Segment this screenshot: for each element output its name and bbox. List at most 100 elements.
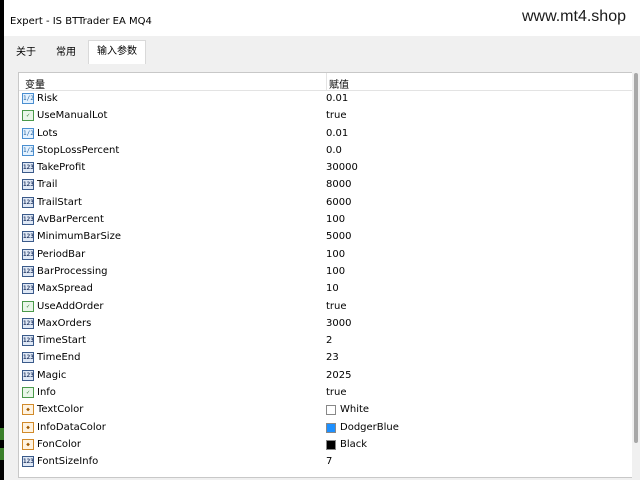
parameter-value[interactable]: 7	[326, 456, 332, 467]
table-row[interactable]: ✓ UseManualLot true	[19, 108, 636, 125]
int-type-icon: 123	[22, 196, 34, 208]
int-type-icon: 123	[22, 456, 34, 468]
parameter-value[interactable]: true	[326, 301, 347, 312]
int-type-icon: 123	[22, 231, 34, 243]
parameter-name: BarProcessing	[37, 265, 108, 277]
parameter-value[interactable]: 100	[326, 266, 345, 277]
color-type-icon: ◆	[22, 438, 34, 450]
int-type-icon: 123	[22, 162, 34, 174]
table-row[interactable]: 123 TrailStart 6000	[19, 195, 636, 212]
parameter-name: MinimumBarSize	[37, 231, 121, 243]
bool-type-icon: ✓	[22, 300, 34, 312]
color-swatch	[326, 405, 336, 416]
parameter-name: MaxOrders	[37, 317, 92, 329]
parameter-value[interactable]: 2025	[326, 370, 351, 381]
color-type-icon: ◆	[22, 404, 34, 416]
parameter-name: AvBarPercent	[37, 214, 104, 226]
int-type-icon: 123	[22, 317, 34, 329]
table-row[interactable]: 123 PeriodBar 100	[19, 247, 636, 264]
table-row[interactable]: 123 MaxOrders 3000	[19, 316, 636, 333]
float-type-icon: 1/2	[22, 127, 34, 139]
bool-type-icon: ✓	[22, 387, 34, 399]
table-row[interactable]: 123 BarProcessing 100	[19, 264, 636, 281]
parameter-value[interactable]: 100	[326, 214, 345, 225]
float-type-icon: 1/2	[22, 93, 34, 104]
parameter-value[interactable]: 0.0	[326, 145, 342, 156]
parameter-name: TakeProfit	[37, 162, 86, 174]
parameter-name: TimeStart	[37, 335, 86, 347]
inputs-panel: 变量 赋值 1/2 Risk 0.01 ✓ UseManualLot true 1/2 Lot…	[4, 64, 640, 480]
table-row[interactable]: 123 MinimumBarSize 5000	[19, 229, 636, 246]
table-row[interactable]: 1/2 Lots 0.01	[19, 126, 636, 143]
parameter-value[interactable]: 10	[326, 283, 339, 294]
color-name: White	[340, 404, 370, 416]
parameter-value[interactable]: 30000	[326, 162, 358, 173]
color-swatch	[326, 422, 336, 433]
table-row[interactable]: ✓ Info true	[19, 385, 636, 402]
parameter-value[interactable]: 23	[326, 352, 339, 363]
parameters-grid: 变量 赋值 1/2 Risk 0.01 ✓ UseManualLot true 1/2 Lot…	[18, 72, 637, 478]
grid-header: 变量 赋值	[19, 73, 636, 91]
table-row[interactable]: 123 TimeEnd 23	[19, 350, 636, 367]
parameter-name: FonColor	[37, 438, 81, 450]
int-type-icon: 123	[22, 283, 34, 295]
parameter-value[interactable]: 0.01	[326, 128, 348, 139]
table-row[interactable]: 123 TimeStart 2	[19, 333, 636, 350]
table-row[interactable]: ✓ UseAddOrder true	[19, 299, 636, 316]
table-row[interactable]: 123 AvBarPercent 100	[19, 212, 636, 229]
parameter-name: Lots	[37, 127, 58, 139]
tab-bar: 关于 常用 输入参数	[4, 36, 640, 66]
int-type-icon: 123	[22, 248, 34, 260]
parameter-value[interactable]: 3000	[326, 318, 351, 329]
parameter-name: UseManualLot	[37, 110, 108, 122]
table-row[interactable]: 1/2 Risk 0.01	[19, 91, 636, 108]
parameter-value[interactable]: true	[326, 387, 347, 398]
column-header-variable[interactable]: 变量	[25, 76, 45, 91]
float-type-icon: 1/2	[22, 144, 34, 156]
parameter-name: UseAddOrder	[37, 300, 104, 312]
parameter-name: FontSizeInfo	[37, 456, 99, 468]
parameter-name: Trail	[37, 179, 58, 191]
parameter-name: Info	[37, 387, 56, 399]
int-type-icon: 123	[22, 179, 34, 191]
parameter-name: TextColor	[37, 404, 84, 416]
table-row[interactable]: 123 Trail 8000	[19, 177, 636, 194]
watermark-text: www.mt4.shop	[521, 8, 626, 25]
parameter-value[interactable]: 8000	[326, 179, 351, 190]
parameter-value[interactable]: 5000	[326, 231, 351, 242]
parameter-value[interactable]: 0.01	[326, 93, 348, 104]
parameter-name: StopLossPercent	[37, 144, 120, 156]
bool-type-icon: ✓	[22, 110, 34, 122]
table-row[interactable]: ◆ InfoDataColor DodgerBlue	[19, 420, 636, 437]
parameter-value[interactable]: 2	[326, 335, 332, 346]
int-type-icon: 123	[22, 352, 34, 364]
vertical-scrollbar[interactable]	[632, 71, 640, 480]
table-row[interactable]: ◆ TextColor White	[19, 402, 636, 419]
table-row[interactable]: 123 TakeProfit 30000	[19, 160, 636, 177]
column-header-value[interactable]: 赋值	[329, 76, 349, 91]
color-type-icon: ◆	[22, 421, 34, 433]
table-row[interactable]: 123 MaxSpread 10	[19, 281, 636, 298]
table-row[interactable]: ◆ FonColor Black	[19, 437, 636, 454]
color-name: DodgerBlue	[340, 421, 399, 433]
parameter-name: PeriodBar	[37, 248, 86, 260]
scrollbar-thumb[interactable]	[634, 73, 638, 443]
parameter-name: TimeEnd	[37, 352, 81, 364]
window-title: Expert - IS BTTrader EA MQ4	[10, 16, 152, 27]
int-type-icon: 123	[22, 335, 34, 347]
parameter-value[interactable]: 100	[326, 249, 345, 260]
parameter-value[interactable]: true	[326, 110, 347, 121]
tab-input-parameters[interactable]: 输入参数	[88, 40, 146, 66]
table-row[interactable]: 123 Magic 2025	[19, 368, 636, 385]
grid-rows: 1/2 Risk 0.01 ✓ UseManualLot true 1/2 Lots 0.01 1…	[19, 91, 636, 472]
parameter-name: TrailStart	[37, 196, 82, 208]
parameter-value[interactable]: 6000	[326, 197, 351, 208]
table-row[interactable]: 1/2 StopLossPercent 0.0	[19, 143, 636, 160]
color-swatch	[326, 439, 336, 450]
int-type-icon: 123	[22, 265, 34, 277]
int-type-icon: 123	[22, 214, 34, 226]
tab-common[interactable]: 常用	[48, 42, 84, 64]
table-row[interactable]: 123 FontSizeInfo 7	[19, 454, 636, 471]
tab-about[interactable]: 关于	[8, 42, 44, 64]
parameter-name: Risk	[37, 93, 58, 104]
